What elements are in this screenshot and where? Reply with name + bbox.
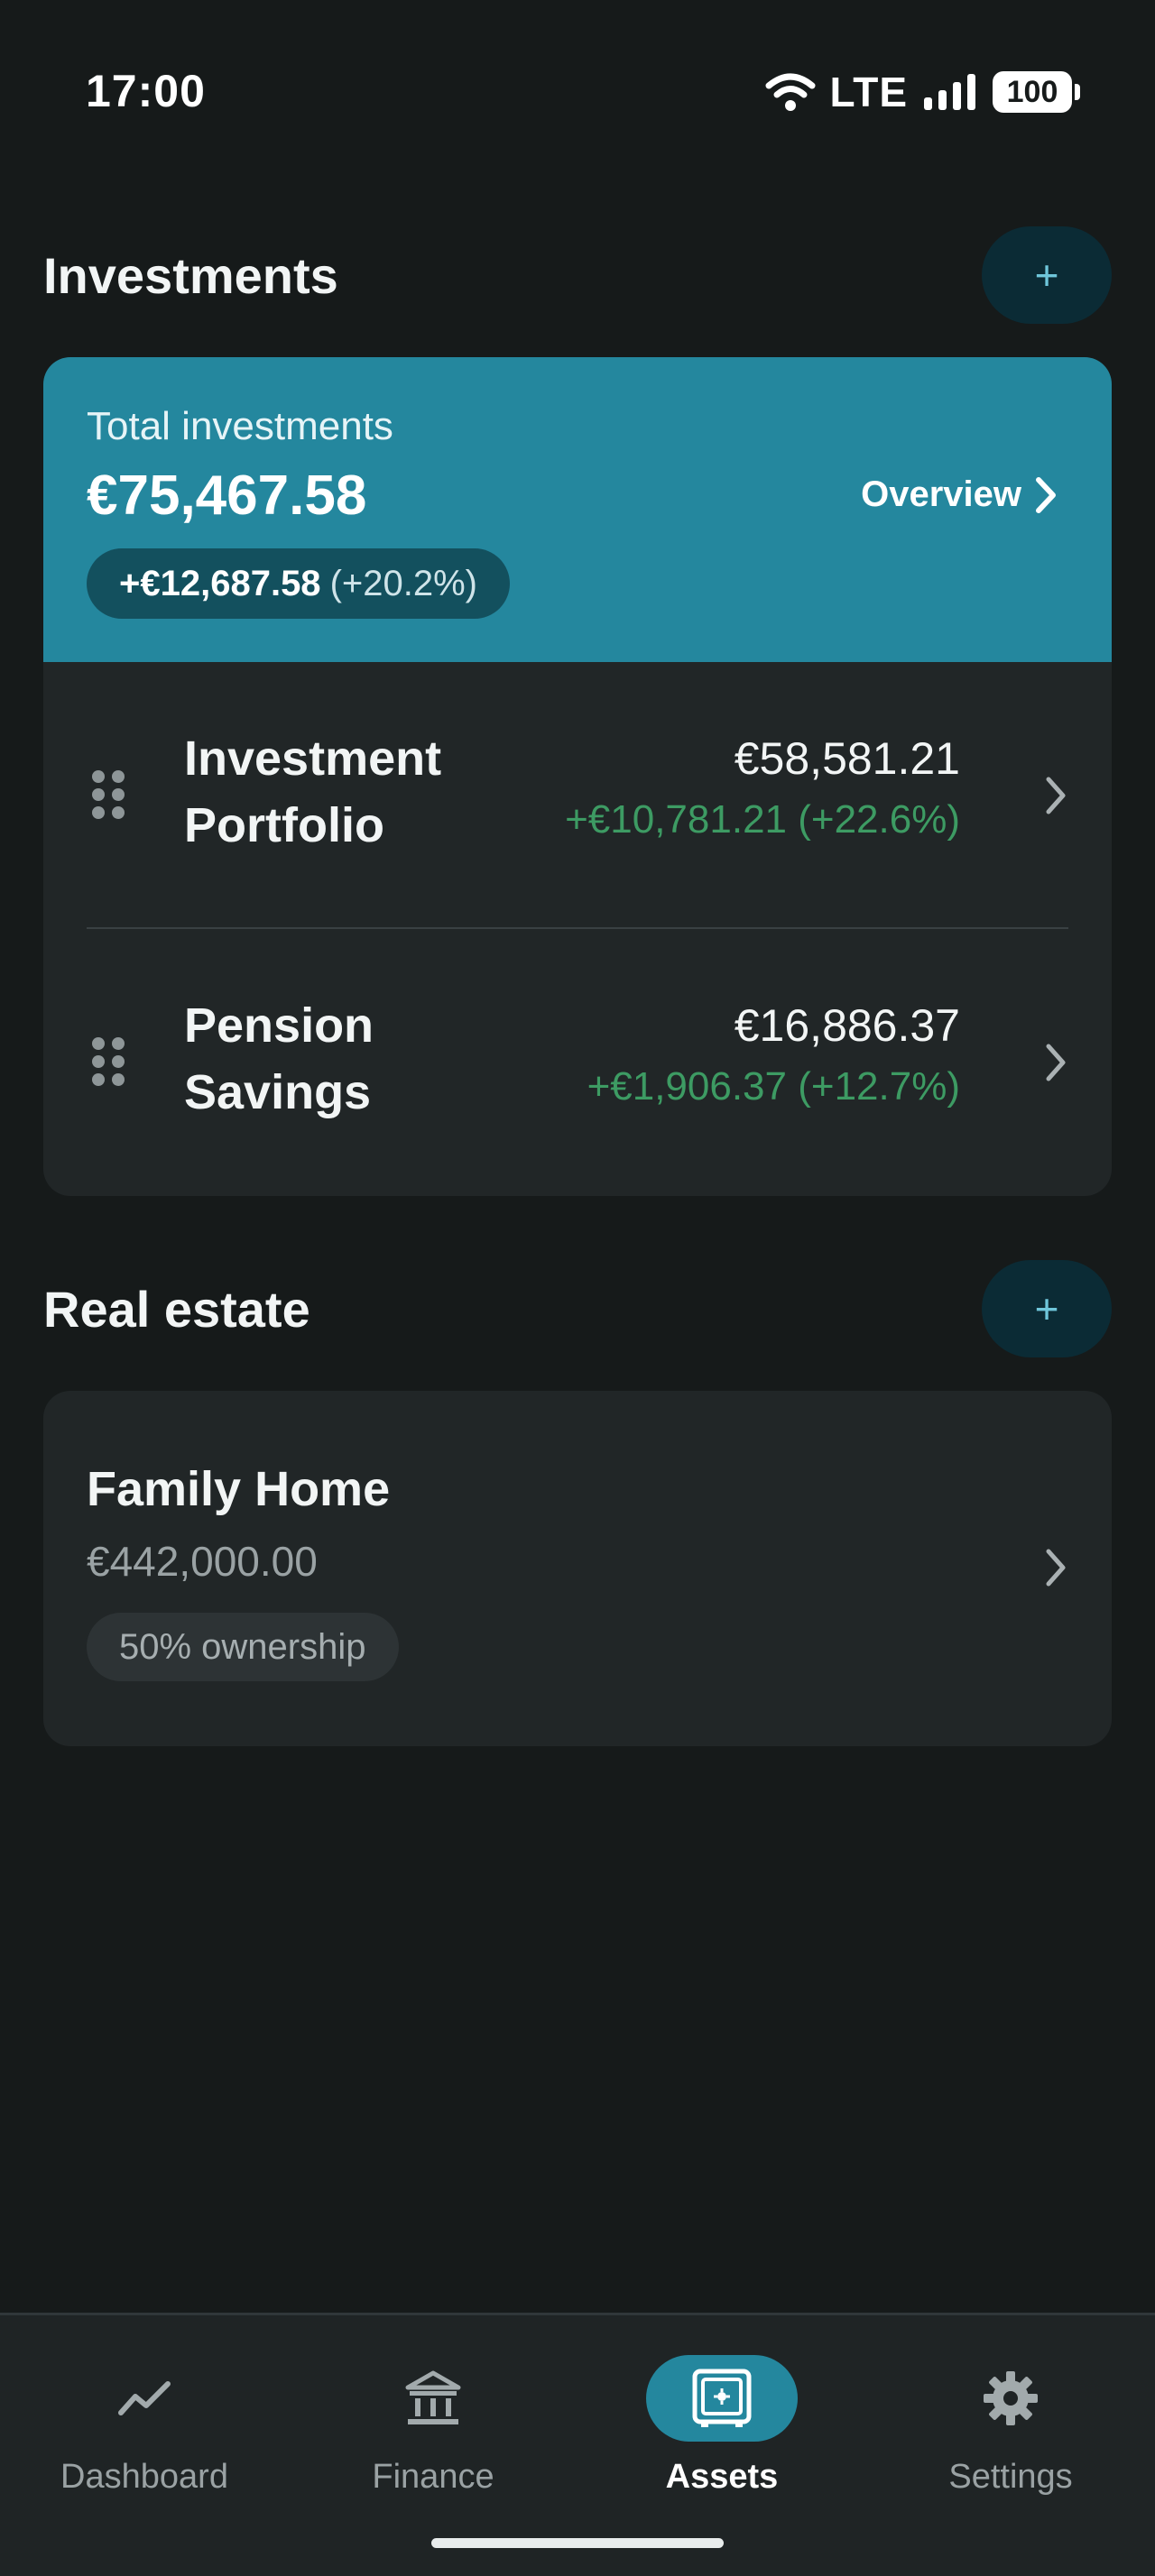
gear-icon [984, 2371, 1038, 2425]
total-investments-label: Total investments [87, 404, 393, 448]
overview-button[interactable]: Overview [861, 474, 1058, 515]
drag-handle-icon[interactable] [92, 1037, 125, 1088]
investments-header: Investments + [43, 225, 1112, 325]
nav-item-finance[interactable]: Finance [289, 2355, 578, 2508]
nav-label-finance: Finance [372, 2458, 494, 2496]
total-gain-badge: +€12,687.58 (+20.2%) [87, 548, 510, 619]
investments-card: Total investments €75,467.58 Overview +€… [43, 357, 1112, 1196]
bank-icon [405, 2370, 461, 2424]
home-indicator[interactable] [431, 2538, 724, 2548]
signal-icon [924, 74, 975, 110]
real-estate-title: Real estate [43, 1280, 310, 1338]
chevron-right-icon [1046, 1044, 1066, 1081]
wifi-icon [765, 73, 816, 111]
status-bar: 17:00 LTE 100 [0, 0, 1155, 180]
total-gain-percent: (+20.2%) [329, 563, 477, 603]
nav-item-dashboard[interactable]: Dashboard [0, 2355, 289, 2508]
chevron-right-icon [1046, 1549, 1066, 1587]
real-estate-header: Real estate + [43, 1259, 1112, 1358]
total-investments-value: €75,467.58 [87, 465, 367, 527]
bottom-navigation: Dashboard Finance Assets Settings [0, 2313, 1155, 2576]
nav-active-indicator [646, 2355, 798, 2442]
status-icons: LTE 100 [765, 65, 1080, 119]
battery-icon: 100 [993, 71, 1080, 113]
property-name: Family Home [87, 1462, 391, 1516]
real-estate-card-family-home[interactable]: Family Home €442,000.00 50% ownership [43, 1391, 1112, 1746]
network-type: LTE [829, 69, 908, 115]
ownership-badge: 50% ownership [87, 1613, 399, 1681]
trend-line-icon [118, 2381, 171, 2415]
total-gain-amount: +€12,687.58 [119, 563, 321, 603]
drag-handle-icon[interactable] [92, 770, 125, 821]
total-investments-panel[interactable]: Total investments €75,467.58 Overview +€… [43, 357, 1112, 662]
nav-item-assets[interactable]: Assets [578, 2355, 866, 2508]
nav-label-settings: Settings [948, 2458, 1073, 2496]
chevron-right-icon [1046, 777, 1066, 814]
investment-value: €16,886.37 [734, 1000, 960, 1051]
battery-level: 100 [1006, 74, 1058, 109]
add-real-estate-button[interactable]: + [982, 1260, 1112, 1357]
property-value: €442,000.00 [87, 1538, 318, 1585]
investment-name: Investment Portfolio [184, 731, 442, 852]
investment-change: +€10,781.21 (+22.6%) [565, 797, 960, 842]
overview-label: Overview [861, 474, 1021, 514]
nav-label-assets: Assets [665, 2458, 779, 2496]
investment-value: €58,581.21 [734, 733, 960, 784]
add-investment-button[interactable]: + [982, 226, 1112, 324]
investment-row-portfolio[interactable]: Investment Portfolio €58,581.21 +€10,781… [43, 662, 1112, 929]
safe-icon [692, 2369, 752, 2427]
investment-row-pension[interactable]: Pension Savings €16,886.37 +€1,906.37 (+… [43, 929, 1112, 1196]
nav-item-settings[interactable]: Settings [866, 2355, 1155, 2508]
chevron-right-icon [1036, 476, 1056, 513]
investment-change: +€1,906.37 (+12.7%) [587, 1064, 960, 1109]
status-time: 17:00 [86, 66, 206, 116]
investment-name: Pension Savings [184, 998, 374, 1119]
nav-label-dashboard: Dashboard [60, 2458, 228, 2496]
investments-title: Investments [43, 246, 338, 304]
